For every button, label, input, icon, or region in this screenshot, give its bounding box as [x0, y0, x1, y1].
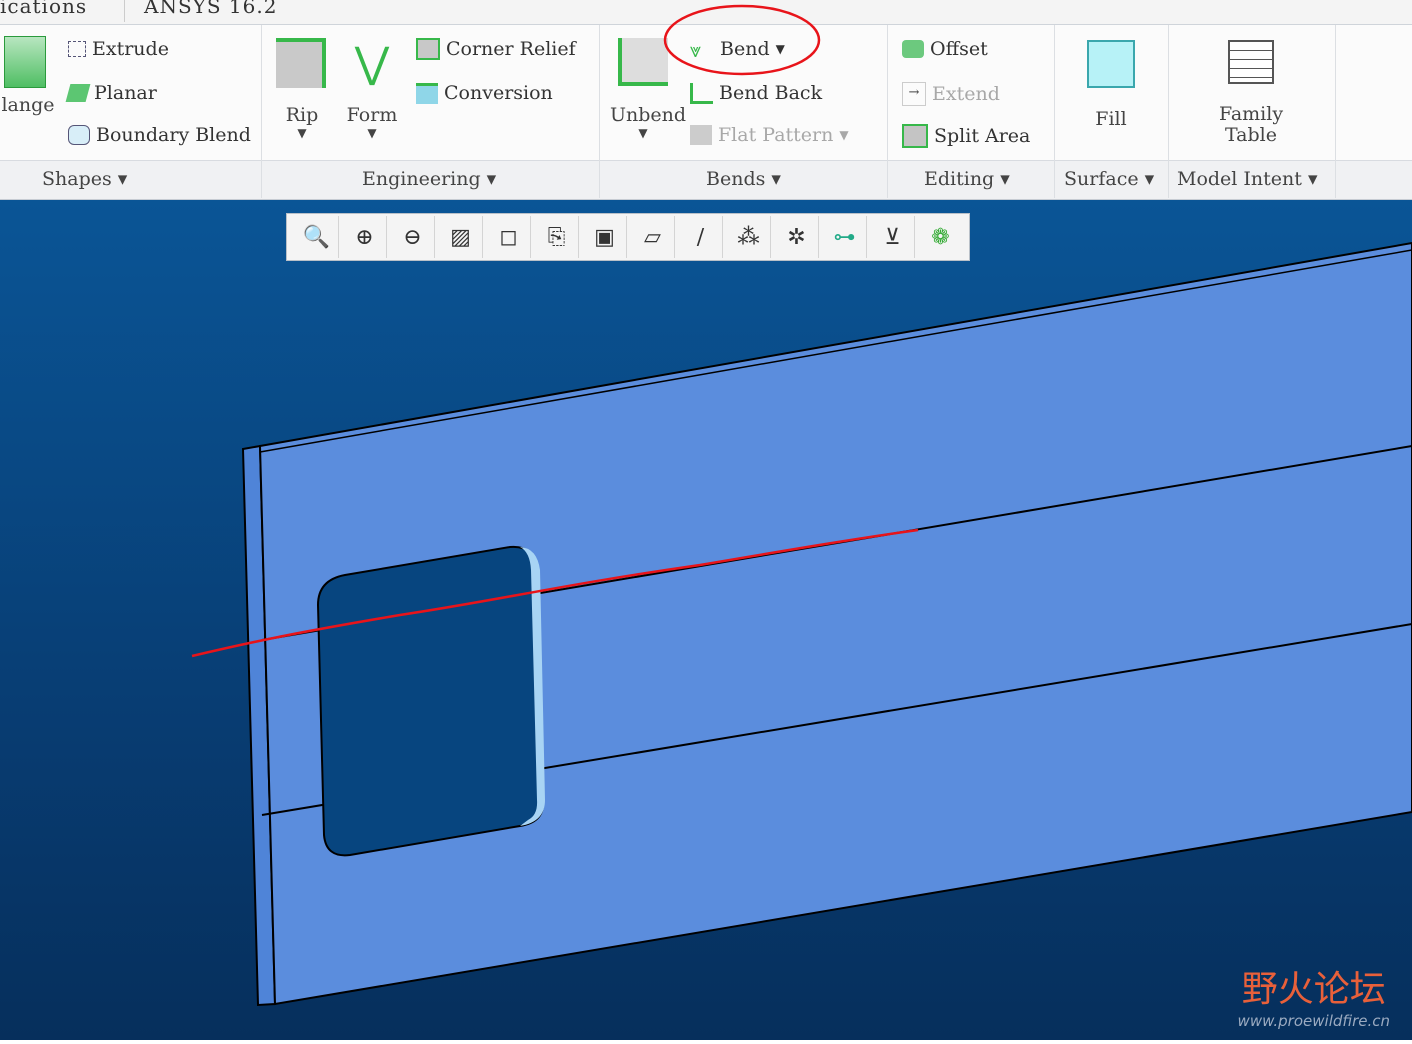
datum-plane-icon[interactable]: ▱	[631, 216, 675, 258]
flat-pattern-icon	[690, 125, 712, 145]
engineering-group-menu[interactable]: Engineering ▾	[362, 168, 496, 190]
conversion-button[interactable]: Conversion	[416, 82, 553, 104]
zoom-in-icon[interactable]: ⊕	[343, 216, 387, 258]
point-display-icon[interactable]: ⁂	[727, 216, 771, 258]
planar-button[interactable]: Planar	[65, 82, 157, 104]
split-area-icon	[902, 124, 928, 148]
bend-back-icon	[690, 82, 713, 104]
form-button[interactable]: ⋁ Form ▼	[344, 38, 400, 140]
corner-relief-button[interactable]: Corner Relief	[416, 38, 576, 60]
surface-group-menu[interactable]: Surface ▾	[1064, 168, 1154, 190]
rip-button[interactable]: Rip ▼	[276, 38, 328, 140]
offset-button[interactable]: Offset	[902, 38, 988, 60]
family-table-button[interactable]: Family Table	[1200, 40, 1302, 146]
split-area-button[interactable]: Split Area	[902, 124, 1030, 148]
extrude-button[interactable]: Extrude	[68, 38, 169, 60]
display-style-icon[interactable]: ◻	[487, 216, 531, 258]
zoom-out-icon[interactable]: ⊖	[391, 216, 435, 258]
csys-display-icon[interactable]: ✲	[775, 216, 819, 258]
bends-group-menu[interactable]: Bends ▾	[706, 168, 781, 190]
zoom-fit-icon[interactable]: 🔍	[295, 216, 339, 258]
boundary-blend-button[interactable]: Boundary Blend	[68, 124, 251, 146]
fill-icon	[1087, 40, 1135, 88]
appearance-icon[interactable]: ❁	[919, 216, 962, 258]
graphics-viewport[interactable]	[0, 200, 1412, 1040]
extrude-icon	[68, 41, 86, 57]
flange-label: lange	[1, 94, 55, 116]
red-annotation-circle	[663, 4, 821, 76]
offset-icon	[902, 40, 924, 58]
editing-group-menu[interactable]: Editing ▾	[924, 168, 1010, 190]
corner-relief-icon	[416, 38, 440, 60]
view-toolbar: 🔍 ⊕ ⊖ ▨ ◻ ⎘ ▣ ▱ ∕ ⁂ ✲ ⊶ ⊻ ❁	[286, 213, 970, 261]
tab-ansys[interactable]: ANSYS 16.2	[144, 0, 304, 22]
family-table-icon	[1228, 40, 1274, 84]
shapes-group-menu[interactable]: Shapes ▾	[42, 168, 127, 190]
annotation-icon[interactable]: ⊻	[871, 216, 915, 258]
planar-icon	[65, 84, 91, 102]
window-cutout	[316, 545, 545, 857]
spin-center-icon[interactable]: ⊶	[823, 216, 867, 258]
saved-views-icon[interactable]: ⎘	[535, 216, 579, 258]
repaint-icon[interactable]: ▨	[439, 216, 483, 258]
rip-icon	[276, 38, 326, 88]
view-manager-icon[interactable]: ▣	[583, 216, 627, 258]
extend-button[interactable]: → Extend	[902, 82, 1000, 106]
boundary-blend-icon	[68, 125, 90, 145]
conversion-icon	[416, 82, 438, 104]
form-icon: ⋁	[354, 38, 390, 87]
tab-applications[interactable]: ications	[0, 0, 125, 22]
watermark: 野火论坛 www.proewildfire.cn	[1237, 969, 1390, 1030]
flat-pattern-button[interactable]: Flat Pattern ▼	[690, 124, 849, 146]
sheetmetal-model	[191, 241, 1412, 1007]
bend-back-button[interactable]: Bend Back	[690, 82, 822, 104]
flange-button[interactable]: lange	[0, 36, 56, 116]
extend-icon: →	[902, 82, 926, 106]
model-intent-group-menu[interactable]: Model Intent ▾	[1177, 168, 1318, 190]
fill-button[interactable]: Fill	[1074, 40, 1148, 130]
axis-display-icon[interactable]: ∕	[679, 216, 723, 258]
flange-icon	[4, 36, 46, 88]
